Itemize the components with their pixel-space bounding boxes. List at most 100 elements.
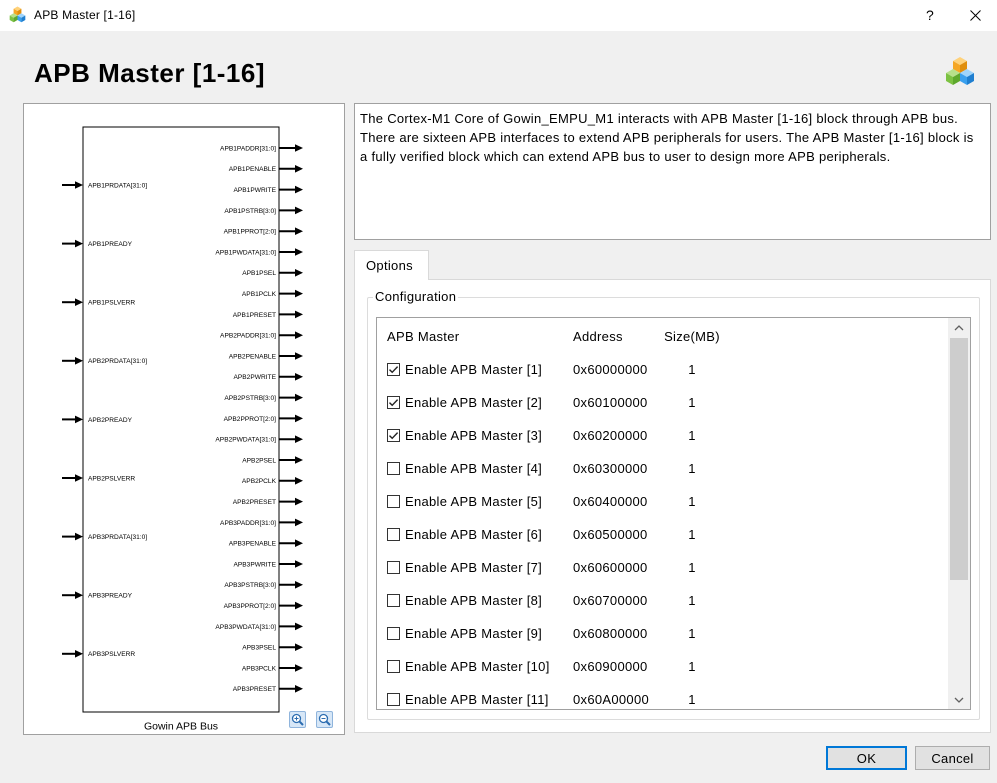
checkbox-label[interactable]: Enable APB Master [8] [405,584,542,617]
output-arrow-head [295,685,303,693]
chevron-up-icon [954,324,964,330]
output-port: APB2PCLK [242,477,303,485]
size-cell: 1 [688,362,696,377]
page-title: APB Master [1-16] [34,58,266,88]
input-port-label: APB2PREADY [88,417,133,424]
checkbox-box[interactable] [387,396,400,409]
chevron-down-icon [954,697,964,703]
address-cell: 0x60A00000 [573,692,650,707]
input-port-label: APB1PREADY [88,241,133,248]
enable-master-checkbox[interactable]: Enable APB Master [3] [383,419,563,452]
zoom-out-icon [318,713,331,726]
help-button[interactable]: ? [915,4,945,27]
input-arrow-head [75,181,83,189]
enable-master-checkbox[interactable]: Enable APB Master [5] [383,485,563,518]
checkbox-box[interactable] [387,561,400,574]
checkbox-box[interactable] [387,462,400,475]
scroll-down-button[interactable] [948,691,970,709]
output-arrow-head [295,185,303,194]
checkbox-label[interactable]: Enable APB Master [11] [405,683,549,709]
checkbox-label[interactable]: Enable APB Master [3] [405,419,542,452]
enable-master-checkbox[interactable]: Enable APB Master [2] [383,386,563,419]
checkbox-box[interactable] [387,660,400,673]
enable-master-checkbox[interactable]: Enable APB Master [8] [383,584,563,617]
size-cell: 1 [688,494,696,509]
vertical-scrollbar[interactable] [948,318,970,709]
output-port: APB1PRESET [233,310,303,319]
output-port: APB2PSEL [242,456,303,464]
input-arrow-head [75,298,83,306]
output-port-label: APB2PADDR[31:0] [220,333,276,340]
input-port-label: APB3PREADY [88,593,133,600]
checkmark-icon [389,399,399,407]
block-diagram-panel: APB1PADDR[31:0] APB1PENABLE APB1PWRITE APB1… [23,103,345,735]
output-arrow-head [295,144,303,152]
checkbox-box[interactable] [387,693,400,706]
output-port: APB1PWRITE [233,185,303,194]
checkbox-label[interactable]: Enable APB Master [10] [405,650,550,683]
input-port-label: APB1PRDATA[31:0] [88,182,147,189]
zoom-in-button[interactable] [289,711,306,728]
output-arrow-head [295,373,303,381]
address-cell: 0x60000000 [573,362,648,377]
checkbox-label[interactable]: Enable APB Master [4] [405,452,542,485]
enable-master-checkbox[interactable]: Enable APB Master [11] [383,683,563,709]
scroll-thumb[interactable] [950,338,968,580]
checkbox-label[interactable]: Enable APB Master [6] [405,518,542,551]
input-port: APB1PRDATA[31:0] [62,181,147,189]
checkbox-label[interactable]: Enable APB Master [7] [405,551,542,584]
ok-button[interactable]: OK [826,746,907,770]
output-arrow-head [295,310,303,319]
size-cell: 1 [688,395,696,410]
table-row: Enable APB Master [7] 0x60600000 1 [377,551,948,584]
output-arrow-head [295,518,303,527]
address-cell: 0x60400000 [573,494,648,509]
output-port: APB2PPROT[2:0] [224,414,303,423]
checkbox-box[interactable] [387,429,400,442]
output-port-label: APB3PWDATA[31:0] [215,624,276,631]
enable-master-checkbox[interactable]: Enable APB Master [6] [383,518,563,551]
input-port-label: APB2PRDATA[31:0] [88,358,147,365]
input-arrow-head [75,239,83,248]
table-row: Enable APB Master [6] 0x60500000 1 [377,518,948,551]
input-arrow-head [75,591,83,599]
output-port-label: APB3PCLK [242,665,277,672]
cancel-button[interactable]: Cancel [915,746,990,770]
checkbox-box[interactable] [387,594,400,607]
output-port-label: APB1PENABLE [229,166,277,173]
checkbox-box[interactable] [387,495,400,508]
size-cell: 1 [688,428,696,443]
output-port: APB3PCLK [242,664,303,672]
output-port: APB2PWRITE [233,373,303,381]
checkbox-box[interactable] [387,528,400,541]
scroll-up-button[interactable] [948,318,970,336]
size-cell: 1 [688,560,696,575]
enable-master-checkbox[interactable]: Enable APB Master [7] [383,551,563,584]
checkbox-label[interactable]: Enable APB Master [9] [405,617,542,650]
checkbox-box[interactable] [387,627,400,640]
zoom-in-icon [291,713,304,726]
output-arrow-head [295,352,303,360]
title-bar[interactable]: APB Master [1-16] ? [0,0,997,31]
checkbox-label[interactable]: Enable APB Master [2] [405,386,542,419]
zoom-out-button[interactable] [316,711,333,728]
output-port: APB1PADDR[31:0] [220,144,303,152]
diagram-caption: Gowin APB Bus [144,721,218,733]
address-cell: 0x60300000 [573,461,648,476]
tab-options[interactable]: Options [354,250,429,280]
size-cell: 1 [688,461,696,476]
checkbox-label[interactable]: Enable APB Master [5] [405,485,542,518]
enable-master-checkbox[interactable]: Enable APB Master [10] [383,650,563,683]
input-port: APB2PRDATA[31:0] [62,357,147,365]
checkbox-box[interactable] [387,363,400,376]
checkbox-label[interactable]: Enable APB Master [1] [405,353,542,386]
enable-master-checkbox[interactable]: Enable APB Master [9] [383,617,563,650]
output-port: APB2PWDATA[31:0] [215,435,303,444]
output-port: APB1PSEL [242,269,303,277]
output-arrow-head [295,539,303,547]
close-button[interactable] [960,4,990,27]
enable-master-checkbox[interactable]: Enable APB Master [4] [383,452,563,485]
size-cell: 1 [688,692,696,707]
enable-master-checkbox[interactable]: Enable APB Master [1] [383,353,563,386]
address-cell: 0x60500000 [573,527,648,542]
